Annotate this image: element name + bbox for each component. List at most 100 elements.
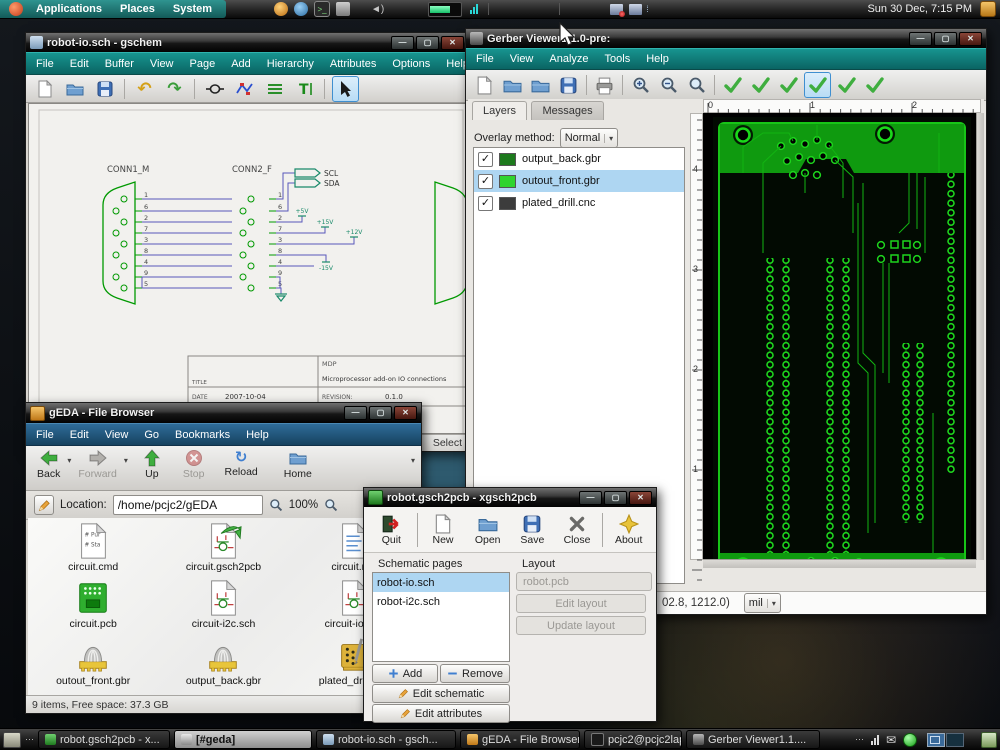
forward-button[interactable]: Forward (73, 448, 122, 481)
menu-edit[interactable]: Edit (62, 56, 97, 72)
up-button[interactable]: Up (138, 448, 166, 481)
network-icon[interactable] (610, 4, 623, 15)
menu-view[interactable]: View (502, 51, 542, 67)
close-icon[interactable]: ✕ (441, 36, 464, 50)
menu-tools[interactable]: Tools (597, 51, 639, 67)
schematic-page-item[interactable]: robot-io.sch (373, 573, 509, 592)
notes-icon[interactable] (34, 495, 54, 515)
minimize-icon[interactable]: — (344, 406, 367, 420)
menu-file[interactable]: File (28, 56, 62, 72)
edit-attributes-button[interactable]: Edit attributes (372, 704, 510, 723)
taskbar-item[interactable]: pcjc2@pcjc2lap: ~/... (584, 730, 682, 749)
forward-dropdown-icon[interactable]: ▾ (124, 456, 128, 465)
overflow-icon[interactable]: ⋯ (25, 734, 34, 745)
close-button[interactable]: Close (556, 514, 599, 546)
overlay-method-select[interactable]: Normal ▾ (560, 128, 618, 148)
home-button[interactable]: Home (279, 448, 317, 481)
toolbar-overflow-icon[interactable]: ▾ (411, 456, 415, 465)
system-menu[interactable]: System (165, 3, 220, 15)
open-file-button[interactable] (62, 77, 87, 101)
maximize-icon[interactable]: ▢ (416, 36, 439, 50)
menu-add[interactable]: Add (223, 56, 259, 72)
file-item[interactable]: circuit.pcb (28, 579, 158, 636)
minimize-icon[interactable]: — (579, 491, 602, 505)
distro-logo-icon[interactable] (9, 2, 23, 16)
clock[interactable]: Sun 30 Dec, 7:15 PM (867, 3, 972, 15)
close-icon[interactable]: ✕ (959, 32, 982, 46)
places-menu[interactable]: Places (112, 3, 163, 15)
browser-icon[interactable] (274, 2, 288, 16)
tab-messages[interactable]: Messages (531, 101, 603, 120)
taskbar-item[interactable]: gEDA - File Browser (460, 730, 580, 749)
menu-analyze[interactable]: Analyze (541, 51, 596, 67)
edit-layout-button[interactable]: Edit layout (516, 594, 646, 613)
maximize-icon[interactable]: ▢ (369, 406, 392, 420)
horizontal-scrollbar[interactable] (703, 559, 976, 568)
new-project-button[interactable] (472, 73, 497, 97)
menu-edit[interactable]: Edit (62, 427, 97, 443)
globe-pointer-icon[interactable] (294, 2, 308, 16)
zoom-fit-icon[interactable] (684, 73, 709, 97)
redo-icon[interactable]: ↷ (162, 77, 187, 101)
print-button[interactable] (592, 73, 617, 97)
save-file-button[interactable] (92, 77, 117, 101)
xg-titlebar[interactable]: robot.gsch2pcb - xgsch2pcb — ▢ ✕ (364, 488, 656, 507)
bluetooth-icon[interactable]: ⁞ (646, 4, 649, 14)
menu-bookmarks[interactable]: Bookmarks (167, 427, 238, 443)
close-icon[interactable]: ✕ (394, 406, 417, 420)
menu-options[interactable]: Options (384, 56, 438, 72)
menu-view[interactable]: View (142, 56, 182, 72)
menu-help[interactable]: Help (238, 427, 277, 443)
gerbv-pcb-canvas[interactable] (703, 113, 981, 560)
undo-icon[interactable]: ↶ (132, 77, 157, 101)
layer-row[interactable]: ✓ output_back.gbr (474, 148, 684, 170)
menu-hierarchy[interactable]: Hierarchy (259, 56, 322, 72)
taskbar-item[interactable]: robot-io.sch - gsch... (316, 730, 456, 749)
zoom-in-icon[interactable] (628, 73, 653, 97)
menu-view[interactable]: View (97, 427, 137, 443)
stop-button[interactable]: Stop (178, 448, 210, 481)
edit-schematic-button[interactable]: Edit schematic (372, 684, 510, 703)
notes-applet-icon[interactable] (980, 1, 996, 17)
location-input[interactable] (113, 495, 263, 515)
workspace-switcher[interactable] (927, 733, 964, 747)
terminal-icon[interactable]: >_ (314, 1, 330, 17)
save-project-button[interactable] (556, 73, 581, 97)
layer-color-swatch[interactable] (499, 153, 516, 166)
maximize-icon[interactable]: ▢ (604, 491, 627, 505)
network-icon[interactable] (629, 4, 642, 15)
vertical-scrollbar[interactable] (976, 113, 984, 560)
file-item[interactable]: outout_front.gbr (28, 636, 158, 693)
new-file-button[interactable] (32, 77, 57, 101)
save-button[interactable]: Save (511, 514, 554, 546)
tool-check-selected[interactable] (804, 72, 831, 98)
select-tool-button[interactable] (332, 76, 359, 102)
taskbar-item[interactable]: [#geda] (174, 730, 312, 749)
menu-attributes[interactable]: Attributes (322, 56, 384, 72)
layer-color-swatch[interactable] (499, 175, 516, 188)
zoom-out-icon[interactable] (269, 498, 283, 512)
gschem-titlebar[interactable]: robot-io.sch - gschem — ▢ ✕ (26, 33, 468, 52)
file-item[interactable]: circuit-i2c.sch (158, 579, 288, 636)
file-item[interactable]: circuit.gsch2pcb (158, 522, 288, 579)
layer-row[interactable]: ✓ outout_front.gbr (474, 170, 684, 192)
reload-button[interactable]: ↻ Reload (220, 448, 263, 479)
menu-page[interactable]: Page (182, 56, 224, 72)
import-layer-button[interactable] (528, 73, 553, 97)
menu-file[interactable]: File (28, 427, 62, 443)
fb-titlebar[interactable]: gEDA - File Browser — ▢ ✕ (26, 403, 421, 423)
battery-applet[interactable] (428, 2, 462, 17)
back-button[interactable]: Back (32, 448, 65, 481)
about-button[interactable]: About (607, 514, 650, 546)
layer-checkbox[interactable]: ✓ (478, 174, 493, 189)
add-bus-button[interactable] (262, 77, 287, 101)
mail-icon[interactable]: ✉ (886, 733, 896, 747)
file-item[interactable]: circuit.cmd (28, 522, 158, 579)
settings-gears-icon[interactable] (336, 2, 350, 16)
back-dropdown-icon[interactable]: ▾ (67, 456, 71, 465)
layer-checkbox[interactable]: ✓ (478, 152, 493, 167)
menu-buffer[interactable]: Buffer (97, 56, 142, 72)
volume-icon[interactable]: ◄) (371, 4, 384, 15)
close-icon[interactable]: ✕ (629, 491, 652, 505)
tool-check-5[interactable] (834, 73, 859, 97)
